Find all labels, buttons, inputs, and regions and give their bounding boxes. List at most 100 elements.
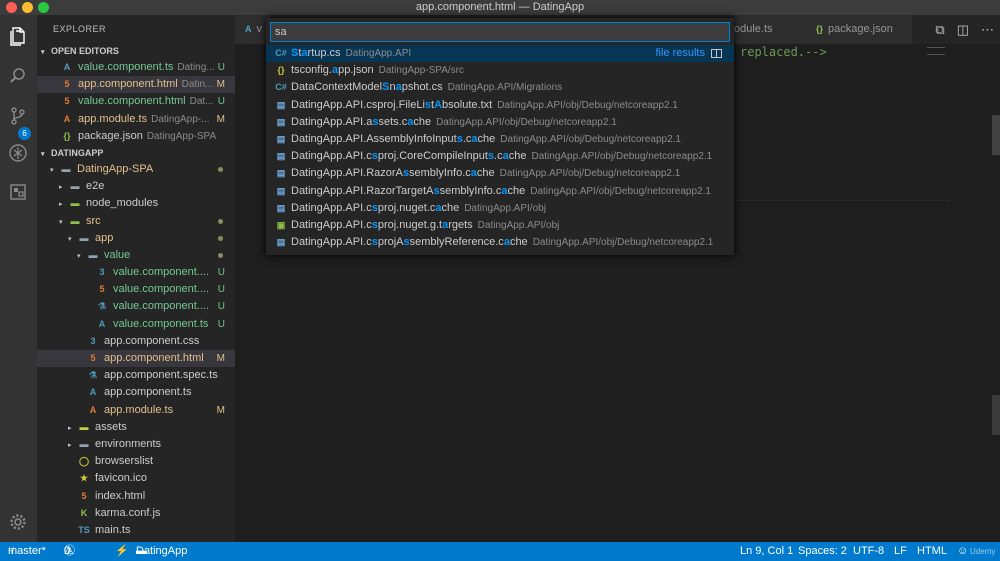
document-icon: ▤ — [276, 133, 286, 144]
quick-open-item[interactable]: ▤ DatingApp.API.csproj.nuget.cache DatingA… — [266, 200, 734, 217]
file-row[interactable]: Kkarma.conf.js — [37, 505, 235, 522]
file-row[interactable]: 5 value.component.... U — [37, 281, 235, 298]
file-row[interactable]: 3 value.component.... U — [37, 264, 235, 281]
file-path-hint: DatingApp-... — [151, 113, 210, 125]
line-ending[interactable]: LF — [894, 542, 907, 561]
source-control-icon[interactable] — [7, 105, 29, 127]
file-row[interactable]: 3 app.component.css — [37, 333, 235, 350]
folder-icon: ▬ — [70, 181, 80, 192]
tab-value-component[interactable]: Av — [235, 15, 270, 44]
file-row[interactable]: TS main.ts — [37, 522, 235, 539]
angular-icon: A — [63, 62, 71, 72]
chevron-down-icon[interactable]: ▾ — [68, 231, 78, 247]
quick-open-item[interactable]: ▤ DatingApp.API.RazorTargetAssemblyInfo.c… — [266, 183, 734, 200]
file-row[interactable]: ▸ ▬ e2e — [37, 178, 235, 195]
file-row[interactable]: ▾ ▬ value — [37, 247, 235, 264]
file-row[interactable]: ▸ ▬ assets — [37, 419, 235, 436]
file-row[interactable]: Aapp.module.ts DatingApp-... M — [37, 111, 235, 128]
language-mode[interactable]: HTML — [917, 542, 947, 561]
open-to-side-icon[interactable] — [711, 48, 722, 58]
file-row[interactable]: Avalue.component.ts Dating... U — [37, 59, 235, 76]
chevron-right-icon[interactable]: ▸ — [68, 437, 78, 453]
open-preview-icon[interactable]: ⧉ — [935, 22, 944, 37]
status-bar: ⑂ master* ⓧ 0 ⚠ 0 ⚡ ▬ DatingApp Ln 9, Co… — [0, 542, 1000, 561]
file-row[interactable]: 5 app.component.html Datin... M — [37, 76, 235, 94]
file-row[interactable]: Aapp.component.ts — [37, 384, 235, 401]
encoding[interactable]: UTF-8 — [853, 542, 884, 561]
quick-open-item-label: DatingApp.API.csprojAssemblyReference.ca… — [291, 236, 528, 248]
file-tree: ▾ ▬ DatingApp-SPA ▸ ▬ e2e ▸ ▬ node_modules ▾ ▬ src ▾… — [37, 161, 235, 539]
file-row[interactable]: ⚗ value.component.... U — [37, 298, 235, 315]
file-row[interactable]: ▾ ▬ src — [37, 213, 235, 230]
chevron-right-icon[interactable]: ▸ — [59, 196, 69, 212]
quick-open-item-label: tsconfig.app.json — [291, 64, 374, 76]
quick-open-item[interactable]: ▤ DatingApp.API.csprojAssemblyReference.c… — [266, 234, 734, 251]
chevron-right-icon[interactable]: ▸ — [59, 179, 69, 195]
close-window-button[interactable] — [6, 2, 17, 13]
editor-scrollbar[interactable] — [992, 115, 1000, 155]
quick-open-item[interactable]: ▤ DatingApp.API.assets.cache DatingApp.API… — [266, 114, 734, 131]
debug-icon[interactable] — [7, 142, 29, 164]
chevron-right-icon[interactable]: ▸ — [68, 420, 78, 436]
file-row[interactable]: {} package.json DatingApp-SPA — [37, 128, 235, 145]
tab-app-module[interactable]: odule.ts — [734, 15, 804, 44]
file-row[interactable]: ▸ ▬ node_modules — [37, 195, 235, 212]
git-status-badge: M — [216, 353, 225, 364]
chevron-down-icon[interactable]: ▾ — [77, 248, 87, 264]
quick-open-item[interactable]: ▣ DatingApp.API.csproj.nuget.g.targets Dat… — [266, 217, 734, 234]
file-name: app.component.ts — [104, 386, 192, 399]
overview-ruler — [992, 395, 1000, 435]
feedback-icon[interactable]: ☺ — [957, 542, 968, 561]
chevron-down-icon[interactable]: ▾ — [59, 214, 69, 230]
file-row[interactable]: ★ favicon.ico — [37, 470, 235, 487]
quick-open-item[interactable]: C# DataContextModelSnapshot.cs DatingApp.A… — [266, 79, 734, 96]
test-icon: ⚗ — [88, 370, 98, 381]
split-editor-icon[interactable]: ◫ — [957, 22, 969, 37]
document-icon: ▤ — [276, 99, 286, 110]
cursor-position[interactable]: Ln 9, Col 1 — [740, 542, 793, 561]
file-row[interactable]: ◯ browserslist — [37, 453, 235, 470]
minimize-window-button[interactable] — [22, 2, 33, 13]
quick-open-item[interactable]: ▤ DatingApp.API.AssemblyInfoInputs.cache D… — [266, 131, 734, 148]
quick-open-input[interactable] — [270, 22, 730, 42]
quick-open-item[interactable]: {} tsconfig.app.json DatingApp-SPA/src — [266, 62, 734, 79]
label-segment: sets.c — [378, 115, 408, 128]
document-icon: ▤ — [276, 185, 286, 196]
quick-open-results: C# Startup.cs DatingApp.API file results {} t… — [266, 45, 734, 251]
quick-open-item[interactable]: ▤ DatingApp.API.RazorAssemblyInfo.cache Da… — [266, 165, 734, 182]
zoom-window-button[interactable] — [38, 2, 49, 13]
quick-open-item[interactable]: ▤ DatingApp.API.csproj.FileListAbsolute.t… — [266, 97, 734, 114]
quick-open-item-label: DatingApp.API.RazorAssemblyInfo.cache — [291, 167, 495, 179]
git-status-dot — [218, 218, 223, 224]
git-status-dot — [218, 252, 223, 258]
indentation[interactable]: Spaces: 2 — [798, 542, 847, 561]
tab-package-json[interactable]: {} package.json — [804, 15, 912, 44]
angular-red-icon: A — [63, 113, 71, 124]
code-comment[interactable]: replaced.--> — [740, 45, 827, 59]
minimap[interactable] — [927, 47, 945, 55]
title-bar: app.component.html — DatingApp — [0, 0, 1000, 15]
file-row[interactable]: ▾ ▬ DatingApp-SPA — [37, 161, 235, 178]
file-row[interactable]: 5 value.component.html Dat... U — [37, 93, 235, 110]
files-explorer-icon[interactable] — [7, 25, 29, 47]
file-path-hint: DatingApp-SPA — [146, 130, 217, 142]
quick-open-item[interactable]: C# Startup.cs DatingApp.API file results — [266, 45, 734, 63]
label-segment: DatingApp.API.csproj.FileLi — [291, 98, 425, 111]
chevron-down-icon[interactable]: ▾ — [50, 162, 60, 178]
live-share-icon[interactable]: ⚡ — [115, 542, 129, 561]
settings-gear-icon[interactable] — [7, 511, 29, 533]
quick-open-item[interactable]: ▤ DatingApp.API.csproj.CoreCompileInputs.… — [266, 148, 734, 165]
file-row[interactable]: Avalue.component.ts U — [37, 316, 235, 333]
file-row[interactable]: ▸ ▬ environments — [37, 436, 235, 453]
file-row[interactable]: 5 index.html — [37, 488, 235, 505]
file-row[interactable]: ⚗ app.component.spec.ts — [37, 367, 235, 384]
open-editors-header[interactable]: ▾ OPEN EDITORS — [37, 44, 235, 59]
extensions-icon[interactable] — [7, 181, 29, 203]
search-icon[interactable] — [7, 65, 29, 87]
file-row[interactable]: ▾ ▬ app — [37, 230, 235, 247]
file-row[interactable]: Aapp.module.ts M — [37, 402, 235, 419]
file-row[interactable]: 5 app.component.html M — [37, 350, 235, 368]
more-actions-icon[interactable]: ⋯ — [981, 22, 994, 37]
label-segment: DatingApp.API.c — [291, 218, 372, 231]
project-header[interactable]: ▾ DATINGAPP — [37, 146, 235, 161]
